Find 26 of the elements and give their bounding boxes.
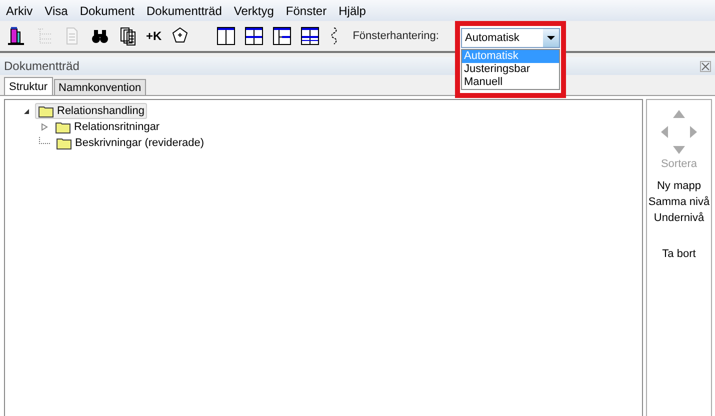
menu-item[interactable]: Visa	[38, 4, 74, 18]
panel-title: Dokumentträd	[4, 59, 80, 73]
expand-icon[interactable]	[39, 122, 49, 132]
window-mode-dropdown[interactable]: Automatisk	[461, 28, 560, 48]
tab[interactable]: Namnkonvention	[54, 79, 146, 95]
menu-item[interactable]: Fönster	[280, 4, 333, 18]
menu-item[interactable]: Dokumentträd	[140, 4, 228, 18]
menu-item[interactable]: Verktyg	[228, 4, 280, 18]
folder-icon	[38, 104, 54, 118]
dropdown-option[interactable]: Manuell	[462, 76, 559, 89]
side-action-button[interactable]: Ta bort	[662, 246, 696, 262]
tree-node[interactable]: Relationshandling	[35, 103, 148, 119]
menu-item[interactable]: Arkiv	[0, 4, 39, 18]
tree-node[interactable]: Relationsritningar	[53, 120, 162, 134]
menu-item[interactable]: Hjälp	[332, 4, 372, 18]
dropdown-option[interactable]: Justeringsbar	[462, 63, 559, 76]
menu-item[interactable]: Dokument	[74, 4, 141, 18]
close-icon[interactable]	[700, 60, 711, 72]
side-action-button[interactable]: Undernivå	[654, 210, 704, 226]
window-mode-label: Fönsterhantering:	[352, 30, 439, 42]
tree-node[interactable]: Beskrivningar (reviderade)	[54, 136, 206, 150]
folder-icon	[56, 136, 72, 150]
toolbar-button[interactable]: +K	[143, 27, 165, 45]
side-action-button[interactable]: Samma nivå	[648, 194, 710, 210]
side-action-button[interactable]: Ny mapp	[656, 178, 702, 194]
tab[interactable]: Struktur	[4, 77, 53, 95]
